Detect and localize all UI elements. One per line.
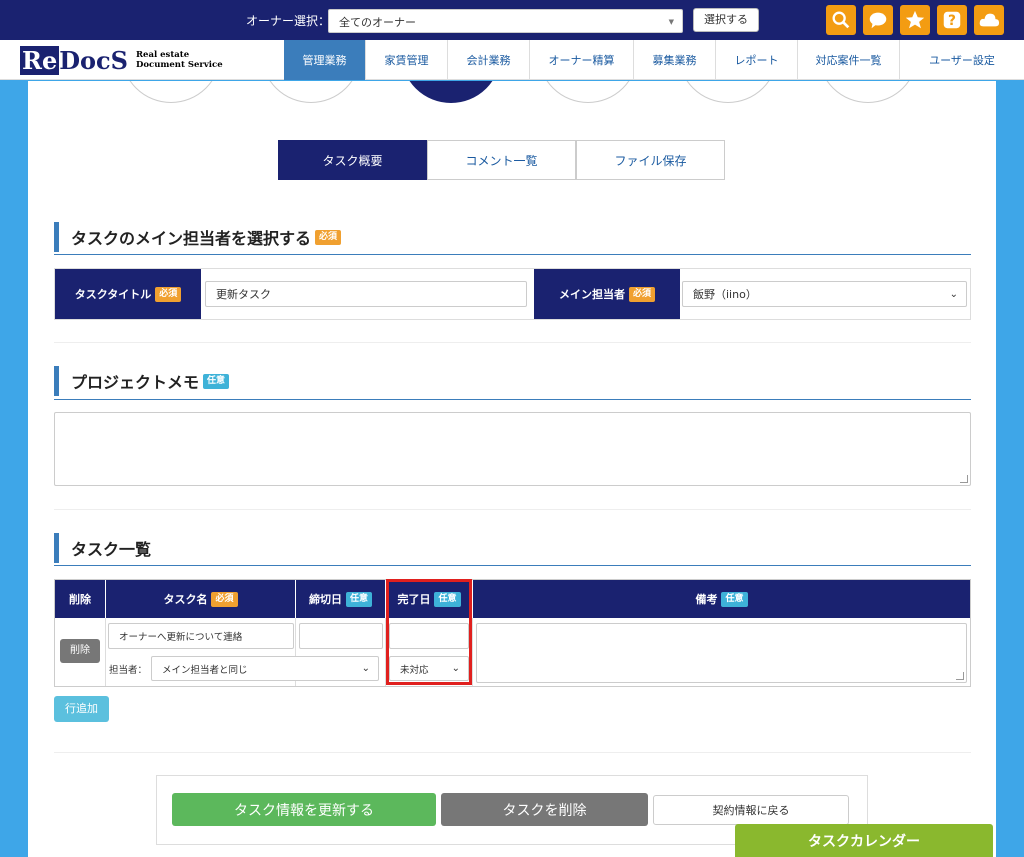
- tab-comments[interactable]: コメント一覧: [427, 140, 576, 180]
- star-icon[interactable]: [900, 5, 930, 35]
- tab-task-overview[interactable]: タスク概要: [278, 140, 427, 180]
- logo-sub-line1: Real estate: [135, 50, 190, 60]
- note-header-label: 備考: [695, 593, 718, 606]
- update-task-button[interactable]: タスク情報を更新する: [172, 793, 436, 826]
- column-header-completed: 完了日 任意: [386, 580, 473, 618]
- step-circle[interactable]: [818, 81, 918, 103]
- cloud-icon[interactable]: [974, 5, 1004, 35]
- note-textarea[interactable]: [476, 623, 967, 683]
- task-title-label-cell: タスクタイトル 必須: [55, 269, 201, 319]
- required-badge: 必須: [315, 229, 342, 245]
- task-tabs: タスク概要 コメント一覧 ファイル保存: [278, 140, 725, 180]
- section-title: タスク一覧: [71, 540, 152, 559]
- status-value: 未対応: [400, 664, 429, 676]
- owner-label: オーナー選択：: [246, 14, 331, 28]
- required-badge: 必須: [628, 286, 655, 302]
- step-circle-active[interactable]: [401, 81, 501, 103]
- owner-select-value: 全てのオーナー: [339, 16, 416, 29]
- divider: [54, 342, 971, 343]
- column-header-note: 備考 任意: [473, 580, 970, 618]
- top-bar: オーナー選択： 全てのオーナー ▼ 選択する ?: [0, 0, 1024, 40]
- section-title: タスクのメイン担当者を選択する: [71, 229, 312, 248]
- section-heading-memo: プロジェクトメモ 任意: [54, 366, 230, 396]
- main-assignee-select[interactable]: 飯野（iino） ⌄: [682, 281, 967, 307]
- status-select[interactable]: 未対応 ⌄: [389, 656, 469, 681]
- nav-tab-accounting[interactable]: 会計業務: [448, 40, 530, 80]
- main-panel: タスク概要 コメント一覧 ファイル保存 タスクのメイン担当者を選択する 必須 タ…: [28, 81, 996, 857]
- completed-date-input[interactable]: [389, 623, 469, 649]
- section-divider: [54, 565, 971, 566]
- logo-subtitle: Real estate Document Service: [136, 50, 223, 70]
- step-circle[interactable]: [678, 81, 778, 103]
- chevron-down-icon: ⌄: [949, 288, 958, 300]
- task-calendar-button[interactable]: タスクカレンダー: [735, 824, 993, 857]
- required-badge: 必須: [155, 286, 182, 302]
- main-assignee-label-cell: メイン担当者 必須: [534, 269, 680, 319]
- nav-tab-recruitment[interactable]: 募集業務: [634, 40, 716, 80]
- step-circle[interactable]: [538, 81, 638, 103]
- project-memo-textarea[interactable]: [54, 412, 971, 486]
- optional-badge: 任意: [345, 591, 372, 607]
- task-title-label: タスクタイトル: [74, 288, 152, 301]
- chevron-down-icon: ⌄: [451, 663, 460, 674]
- svg-text:?: ?: [948, 13, 956, 29]
- completed-header-label: 完了日: [397, 593, 431, 606]
- nav-tab-user-settings[interactable]: ユーザー設定: [900, 40, 1024, 80]
- divider: [54, 509, 971, 510]
- step-circle[interactable]: [261, 81, 361, 103]
- nav-tab-owner-settlement[interactable]: オーナー精算: [530, 40, 634, 80]
- section-heading-assignee: タスクのメイン担当者を選択する 必須: [54, 222, 342, 252]
- required-badge: 必須: [211, 591, 238, 607]
- nav-tab-rent[interactable]: 家賃管理: [366, 40, 448, 80]
- nav-tab-report[interactable]: レポート: [716, 40, 798, 80]
- task-table: 削除 タスク名 必須 締切日 任意 完了日 任意 備考 任意 削除 オーナーへ更…: [54, 579, 971, 687]
- delete-task-button[interactable]: タスクを削除: [441, 793, 648, 826]
- caret-down-icon: ▼: [668, 18, 674, 26]
- assignee-label: 担当者：: [109, 665, 148, 676]
- main-nav: ReDocS Real estate Document Service 管理業務…: [0, 40, 1024, 80]
- logo-re: Re: [20, 45, 60, 75]
- nav-tab-cases[interactable]: 対応案件一覧: [798, 40, 900, 80]
- search-icon[interactable]: [826, 5, 856, 35]
- divider: [54, 752, 971, 753]
- owner-select-button[interactable]: 選択する: [693, 8, 759, 32]
- redocs-logo[interactable]: ReDocS Real estate Document Service: [20, 44, 223, 76]
- nav-tab-management[interactable]: 管理業務: [284, 40, 366, 80]
- resize-handle-icon[interactable]: [956, 672, 964, 680]
- task-name-header-label: タスク名: [163, 593, 208, 606]
- section-divider: [54, 254, 971, 255]
- deadline-input[interactable]: [299, 623, 383, 649]
- main-assignee-value: 飯野（iino）: [693, 288, 757, 301]
- optional-badge: 任意: [203, 373, 230, 389]
- column-header-deadline: 締切日 任意: [296, 580, 386, 618]
- column-header-delete: 削除: [55, 580, 106, 618]
- assignee-form-row: タスクタイトル 必須 更新タスク メイン担当者 必須 飯野（iino） ⌄: [54, 268, 971, 320]
- delete-row-button[interactable]: 削除: [60, 639, 100, 663]
- optional-badge: 任意: [721, 591, 748, 607]
- tab-file-storage[interactable]: ファイル保存: [576, 140, 725, 180]
- chat-icon[interactable]: [863, 5, 893, 35]
- logo-sub-line2: Document Service: [135, 60, 223, 70]
- owner-select[interactable]: 全てのオーナー ▼: [328, 9, 683, 33]
- logo-docs: DocS: [59, 45, 128, 75]
- optional-badge: 任意: [434, 591, 461, 607]
- help-icon[interactable]: ?: [937, 5, 967, 35]
- resize-handle-icon[interactable]: [960, 475, 968, 483]
- step-circle[interactable]: [121, 81, 221, 103]
- section-heading-tasks: タスク一覧: [54, 533, 151, 563]
- column-header-task-name: タスク名 必須: [106, 580, 296, 618]
- section-divider: [54, 399, 971, 400]
- chevron-down-icon: ⌄: [361, 663, 370, 674]
- back-to-contract-button[interactable]: 契約情報に戻る: [653, 795, 849, 825]
- task-title-input[interactable]: 更新タスク: [205, 281, 527, 307]
- main-assignee-label: メイン担当者: [558, 288, 625, 301]
- task-name-input[interactable]: オーナーへ更新について連絡: [108, 623, 294, 649]
- row-assignee-value: メイン担当者と同じ: [162, 664, 248, 676]
- deadline-header-label: 締切日: [308, 593, 342, 606]
- row-assignee-select[interactable]: メイン担当者と同じ ⌄: [151, 656, 379, 681]
- section-title: プロジェクトメモ: [71, 373, 200, 392]
- add-row-button[interactable]: 行追加: [54, 696, 109, 722]
